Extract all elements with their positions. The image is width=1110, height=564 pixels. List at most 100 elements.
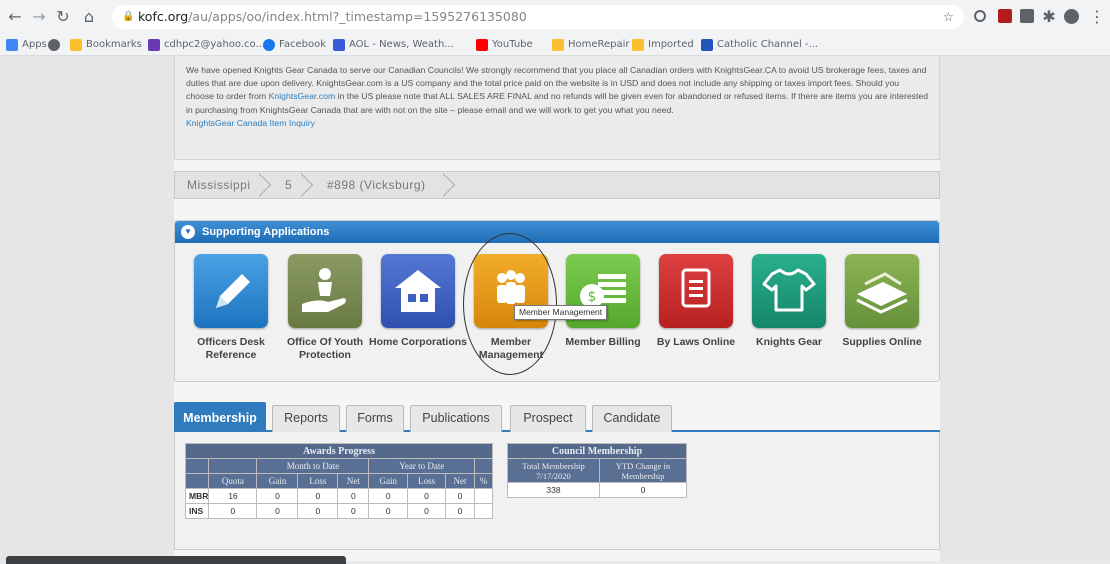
- total-membership-header: Total Membership 7/17/2020: [507, 458, 600, 483]
- breadcrumb-separator-icon: [301, 172, 315, 198]
- forward-arrow-icon[interactable]: →: [30, 8, 48, 26]
- shirt-icon[interactable]: [752, 254, 826, 328]
- browser-toolbar: ← → ↻ ⌂ 🔒 kofc.org/au/apps/oo/index.html…: [0, 0, 1110, 34]
- canada-item-inquiry-link[interactable]: KnightsGear Canada Item Inquiry: [186, 118, 315, 128]
- bookmark-catholic-channel[interactable]: Catholic Channel -...: [701, 38, 818, 52]
- tab-forms[interactable]: Forms: [346, 405, 404, 432]
- pencil-icon[interactable]: [194, 254, 268, 328]
- tab-bar: Membership Reports Forms Publications Pr…: [174, 402, 940, 432]
- knightsgear-link[interactable]: KnightsGear.com: [269, 91, 336, 101]
- bookmark-apps[interactable]: Apps: [6, 38, 47, 52]
- awards-progress-table: Awards Progress Month to Date Year to Dat…: [184, 443, 493, 519]
- col-header: Gain: [256, 473, 299, 489]
- row-label: MBR: [184, 488, 210, 504]
- table-row: INS 0 0 0 0 0 0 0: [184, 503, 493, 519]
- ytd-change-header: YTD Change in Membership: [599, 458, 687, 483]
- cell: 0: [256, 488, 299, 504]
- cell: 0: [337, 503, 370, 519]
- cell: 0: [337, 488, 370, 504]
- total-membership-value: 338: [507, 482, 600, 498]
- awards-progress-title: Awards Progress: [185, 443, 493, 459]
- browser-status-bar: [6, 556, 346, 564]
- tab-reports[interactable]: Reports: [272, 405, 340, 432]
- col-header: Net: [337, 473, 370, 489]
- app-officers-desk-reference[interactable]: Officers Desk Reference: [193, 251, 269, 361]
- cell: 0: [444, 503, 476, 519]
- bookmark-bookmarks[interactable]: Bookmarks: [70, 38, 142, 52]
- cell: 0: [368, 503, 409, 519]
- tab-candidate[interactable]: Candidate: [592, 405, 672, 432]
- address-bar[interactable]: 🔒 kofc.org/au/apps/oo/index.html?_timest…: [112, 5, 964, 29]
- bookmarks-bar: Apps Bookmarks cdhpc2@yahoo.co... Facebo…: [0, 34, 1110, 56]
- document-icon[interactable]: [659, 254, 733, 328]
- annotation-circle: [463, 233, 557, 375]
- breadcrumb-separator-icon: [259, 172, 273, 198]
- col-header: Loss: [297, 473, 339, 489]
- col-header: Loss: [407, 473, 446, 489]
- cell: 0: [407, 503, 446, 519]
- cell: 0: [297, 503, 339, 519]
- tab-publications[interactable]: Publications: [410, 405, 502, 432]
- app-office-of-youth-protection[interactable]: Office Of Youth Protection: [287, 251, 363, 361]
- col-header: Quota: [208, 473, 258, 489]
- ytd-change-value: 0: [599, 482, 687, 498]
- bookmark-youtube[interactable]: YouTube: [476, 38, 533, 52]
- breadcrumb-district[interactable]: 5: [285, 172, 292, 198]
- bookmark-homerepair[interactable]: HomeRepair: [552, 38, 630, 52]
- month-to-date-header: Month to Date: [256, 458, 370, 474]
- supporting-applications-header[interactable]: ▼ Supporting Applications: [175, 221, 939, 243]
- supporting-applications-panel: ▼ Supporting Applications Officers Desk …: [174, 220, 940, 382]
- bookmark-email[interactable]: cdhpc2@yahoo.co...: [148, 38, 265, 52]
- app-home-corporations[interactable]: Home Corporations: [369, 251, 467, 361]
- breadcrumb-state[interactable]: Mississippi: [187, 172, 251, 198]
- collapse-chevron-icon[interactable]: ▼: [181, 225, 195, 239]
- council-membership-table: Council Membership Total Membership 7/17…: [507, 443, 687, 498]
- cell: 0: [208, 503, 258, 519]
- council-membership-title: Council Membership: [507, 443, 687, 459]
- back-arrow-icon[interactable]: ←: [6, 8, 24, 26]
- cell: [474, 488, 493, 504]
- extension-icon[interactable]: [1020, 9, 1034, 23]
- cell: 0: [407, 488, 446, 504]
- table-row: 338 0: [507, 482, 687, 498]
- app-by-laws-online[interactable]: By Laws Online: [657, 251, 735, 361]
- home-icon[interactable]: ⌂: [80, 8, 98, 26]
- app-supplies-online[interactable]: Supplies Online: [842, 251, 922, 361]
- bookmark-globe[interactable]: [48, 38, 64, 52]
- breadcrumb-council[interactable]: #898 (Vicksburg): [327, 172, 426, 198]
- table-row: MBR 16 0 0 0 0 0 0: [184, 488, 493, 504]
- svg-text:$: $: [588, 289, 597, 305]
- app-knights-gear[interactable]: Knights Gear: [751, 251, 827, 361]
- col-header: %: [474, 473, 493, 489]
- cell: 0: [256, 503, 299, 519]
- bookmark-aol[interactable]: AOL - News, Weath...: [333, 38, 454, 52]
- extension-circle-icon[interactable]: [974, 10, 986, 22]
- hand-child-icon[interactable]: [288, 254, 362, 328]
- menu-dots-icon[interactable]: ⋮: [1088, 8, 1106, 26]
- main-content: We have opened Knights Gear Canada to se…: [174, 56, 940, 561]
- url-path: /au/apps/oo/index.html?_timestamp=159527…: [188, 9, 527, 24]
- cell: 0: [368, 488, 409, 504]
- breadcrumb: Mississippi 5 #898 (Vicksburg): [174, 171, 940, 199]
- bookmark-facebook[interactable]: Facebook: [263, 38, 326, 52]
- cell: [474, 503, 493, 519]
- col-header: Gain: [368, 473, 409, 489]
- tab-membership[interactable]: Membership: [174, 402, 266, 432]
- tab-prospect[interactable]: Prospect: [510, 405, 586, 432]
- house-icon[interactable]: [381, 254, 455, 328]
- col-header: Net: [444, 473, 476, 489]
- papers-icon[interactable]: [845, 254, 919, 328]
- bookmark-imported[interactable]: Imported: [632, 38, 694, 52]
- acrobat-extension-icon[interactable]: [998, 9, 1012, 23]
- cell: 0: [297, 488, 339, 504]
- canada-notice: We have opened Knights Gear Canada to se…: [174, 56, 940, 160]
- member-management-tooltip: Member Management: [514, 305, 608, 320]
- year-to-date-header: Year to Date: [368, 458, 476, 474]
- membership-panel: Awards Progress Month to Date Year to Dat…: [174, 432, 940, 550]
- breadcrumb-separator-icon: [443, 172, 457, 198]
- puzzle-extensions-icon[interactable]: ✱: [1040, 8, 1058, 26]
- profile-avatar-icon[interactable]: [1064, 9, 1079, 24]
- reload-icon[interactable]: ↻: [54, 8, 72, 26]
- bookmark-star-icon[interactable]: ☆: [943, 5, 954, 29]
- page-viewport: We have opened Knights Gear Canada to se…: [0, 56, 1110, 561]
